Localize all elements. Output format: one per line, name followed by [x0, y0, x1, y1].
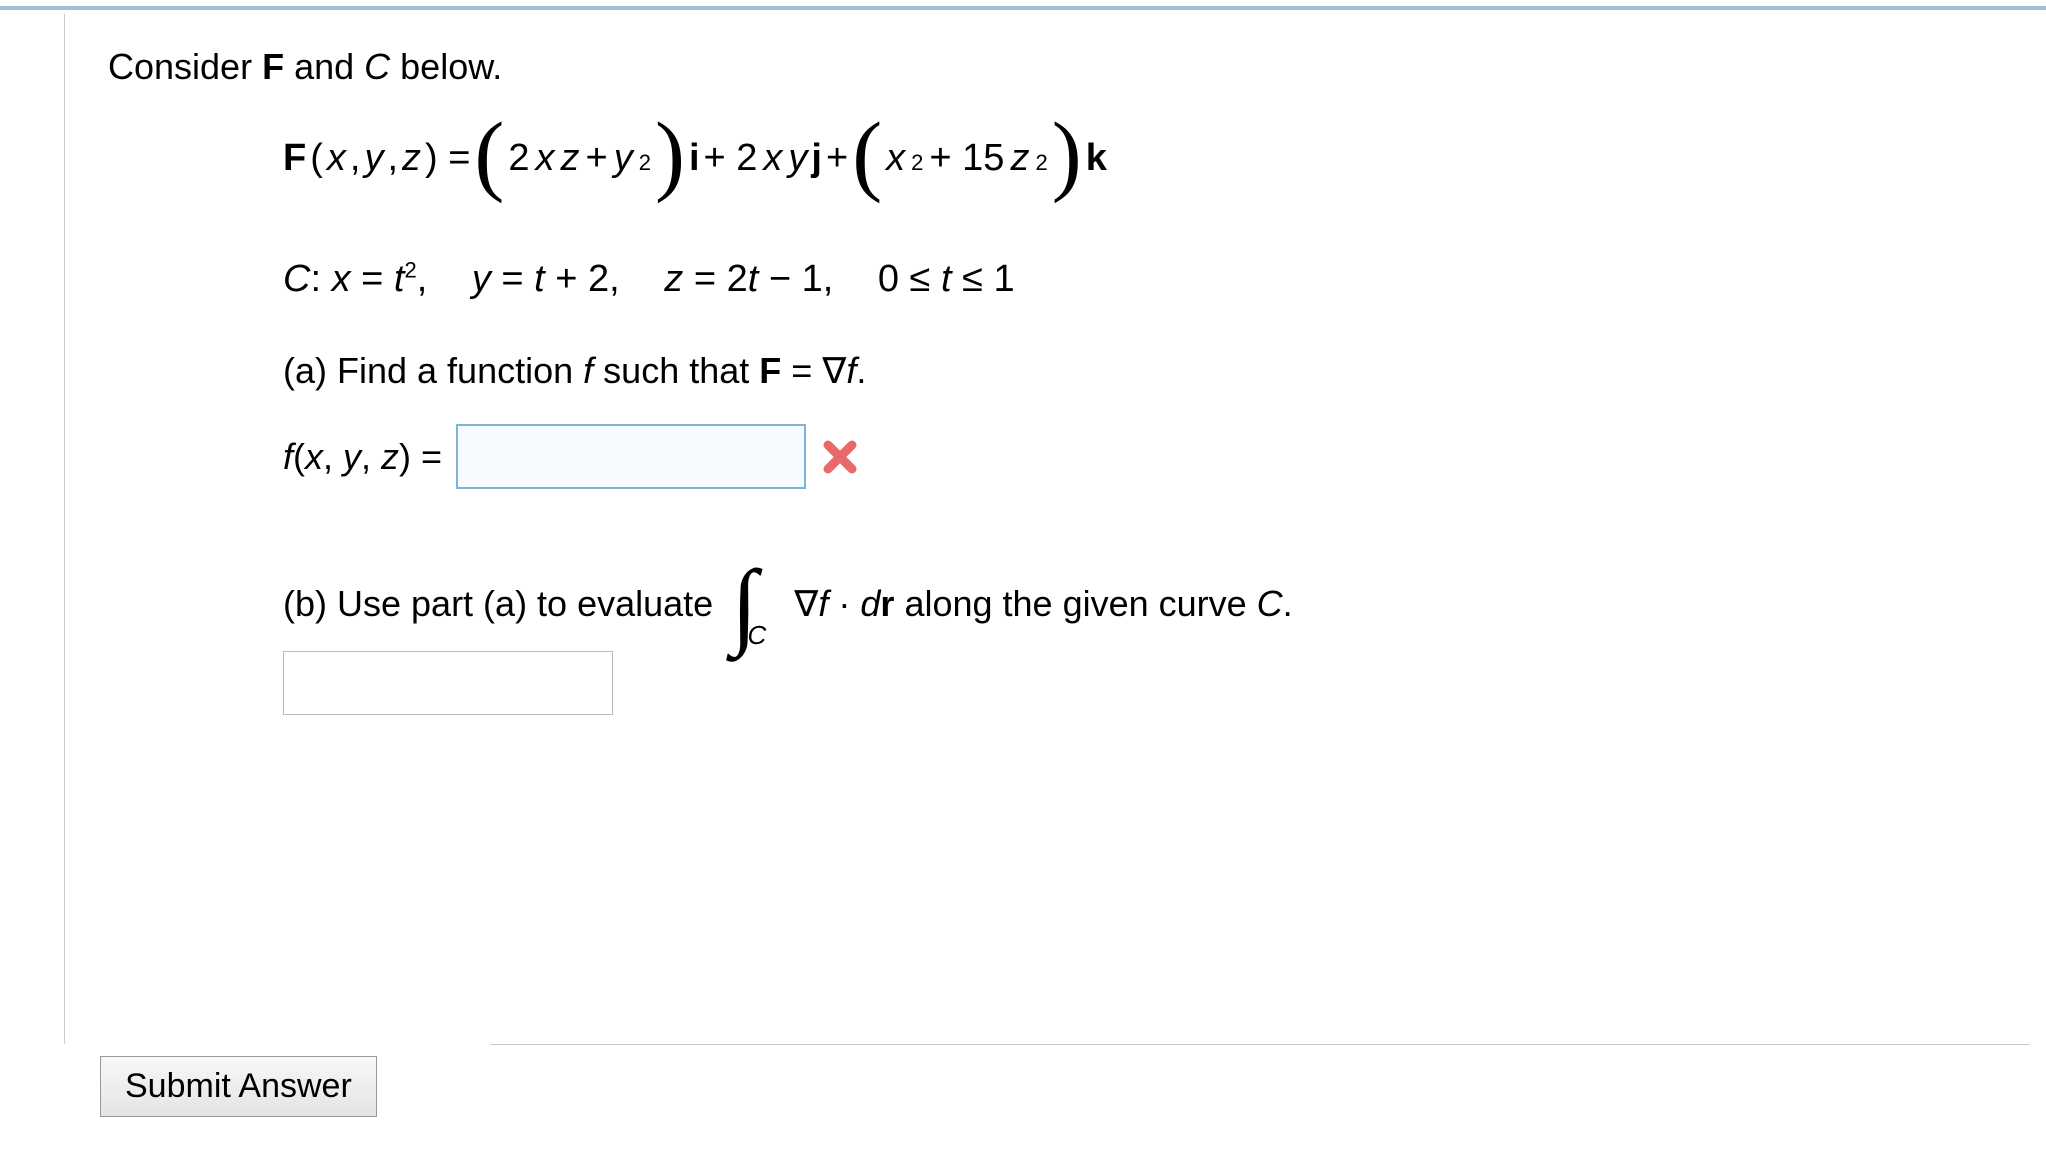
unit-k: k: [1086, 130, 1107, 187]
pa-f: f: [583, 350, 593, 391]
t2x: x: [763, 130, 782, 187]
pb-r: r: [880, 583, 894, 624]
pa-f2: f: [846, 350, 856, 391]
rparen-1: ): [655, 132, 685, 177]
pa-eq: = ∇: [781, 350, 846, 391]
plus2: + 2: [704, 130, 758, 187]
curve-equation: C: x = t2, y = t + 2, z = 2t − 1, 0 ≤ t …: [283, 251, 1968, 308]
prompt-suffix: below.: [390, 46, 502, 87]
ct2: t: [534, 258, 545, 300]
prompt-C: C: [364, 46, 390, 87]
part-a-answer-label: f(x, y, z) =: [283, 430, 442, 484]
part-b-input[interactable]: [283, 651, 613, 715]
ctr: t: [941, 258, 952, 300]
cz: z: [664, 258, 683, 300]
pb-C2: C: [1257, 583, 1283, 624]
part-a-answer-row: f(x, y, z) =: [283, 424, 1968, 489]
pb-f: f: [818, 583, 828, 624]
eqF-c2: ,: [387, 130, 398, 187]
prompt-F: F: [262, 46, 284, 87]
submit-answer-button[interactable]: Submit Answer: [100, 1056, 377, 1117]
cx: x: [332, 258, 351, 300]
incorrect-icon: [820, 437, 860, 477]
left-border: [64, 14, 65, 1044]
t3e1: 2: [911, 146, 923, 179]
cC: C: [283, 258, 310, 300]
plus1: +: [586, 130, 608, 187]
top-border: [0, 0, 2046, 10]
ceq2: =: [491, 258, 534, 300]
question-content: Consider F and C below. F(x, y, z) = ( 2…: [108, 40, 1968, 755]
csep1: ,: [417, 258, 428, 300]
al-z: z: [381, 436, 399, 477]
pb-grad: ∇: [794, 583, 818, 624]
part-a-input[interactable]: [456, 424, 806, 489]
t3z: z: [1010, 130, 1029, 187]
vector-field-equation: F(x, y, z) = ( 2xz + y2 ) i + 2xy j + ( …: [283, 130, 1968, 187]
prompt-mid: and: [284, 46, 364, 87]
al-f: f: [283, 436, 293, 477]
al-c2: ,: [361, 436, 381, 477]
rparen-2: ): [1052, 132, 1082, 177]
pa-F: F: [759, 350, 781, 391]
al-y: y: [343, 436, 361, 477]
crpost: ≤ 1: [952, 258, 1015, 300]
prompt-prefix: Consider: [108, 46, 262, 87]
plus4: + 15: [929, 130, 1004, 187]
t1x: x: [536, 130, 555, 187]
t3x: x: [886, 130, 905, 187]
ceq1: =: [351, 258, 394, 300]
t1a: 2: [508, 130, 529, 187]
al-x: x: [305, 436, 323, 477]
pa-mid: such that: [593, 350, 759, 391]
ccolon: :: [310, 258, 331, 300]
pb-d: d: [860, 583, 880, 624]
ceq3: = 2: [683, 258, 747, 300]
cy: y: [472, 258, 491, 300]
eqF-y: y: [364, 130, 383, 187]
t3e2: 2: [1035, 146, 1047, 179]
ct1: t: [394, 258, 405, 300]
cm1: − 1,: [758, 258, 833, 300]
t2y: y: [788, 130, 807, 187]
pb-dot: ·: [828, 583, 860, 624]
pb-label: (b) Use part (a) to evaluate: [283, 577, 713, 631]
plus3: +: [826, 130, 848, 187]
ct3: t: [748, 258, 759, 300]
t1exp: 2: [639, 146, 651, 179]
lparen-1: (: [474, 132, 504, 177]
bottom-border: [490, 1044, 2030, 1045]
crp: 0 ≤: [878, 258, 941, 300]
unit-i: i: [689, 130, 700, 187]
eqF-open: (: [310, 130, 323, 187]
al-c1: ,: [323, 436, 343, 477]
unit-j: j: [811, 130, 822, 187]
cexp1: 2: [404, 257, 416, 282]
part-b-question: (b) Use part (a) to evaluate ∫ C ∇f · dr…: [283, 575, 1968, 633]
pa-dot: .: [856, 350, 866, 391]
integral-sub: C: [748, 616, 767, 655]
t1z: z: [561, 130, 580, 187]
prompt-text: Consider F and C below.: [108, 40, 1968, 94]
lparen-2: (: [852, 132, 882, 177]
al-open: (: [293, 436, 305, 477]
integral-symbol: ∫ C: [731, 575, 776, 633]
eqF-x: x: [327, 130, 346, 187]
pb-period: .: [1283, 583, 1293, 624]
pa-label: (a) Find a function: [283, 350, 583, 391]
equation-block: F(x, y, z) = ( 2xz + y2 ) i + 2xy j + ( …: [283, 130, 1968, 715]
eqF-z: z: [402, 130, 421, 187]
pb-tail: along the given curve: [894, 583, 1256, 624]
al-close: ) =: [399, 436, 442, 477]
t1y: y: [614, 130, 633, 187]
eqF-c1: ,: [350, 130, 361, 187]
eqF-F: F: [283, 130, 306, 187]
part-a-question: (a) Find a function f such that F = ∇f.: [283, 344, 1968, 398]
cp2: + 2,: [545, 258, 620, 300]
eqF-close: ) =: [425, 130, 470, 187]
